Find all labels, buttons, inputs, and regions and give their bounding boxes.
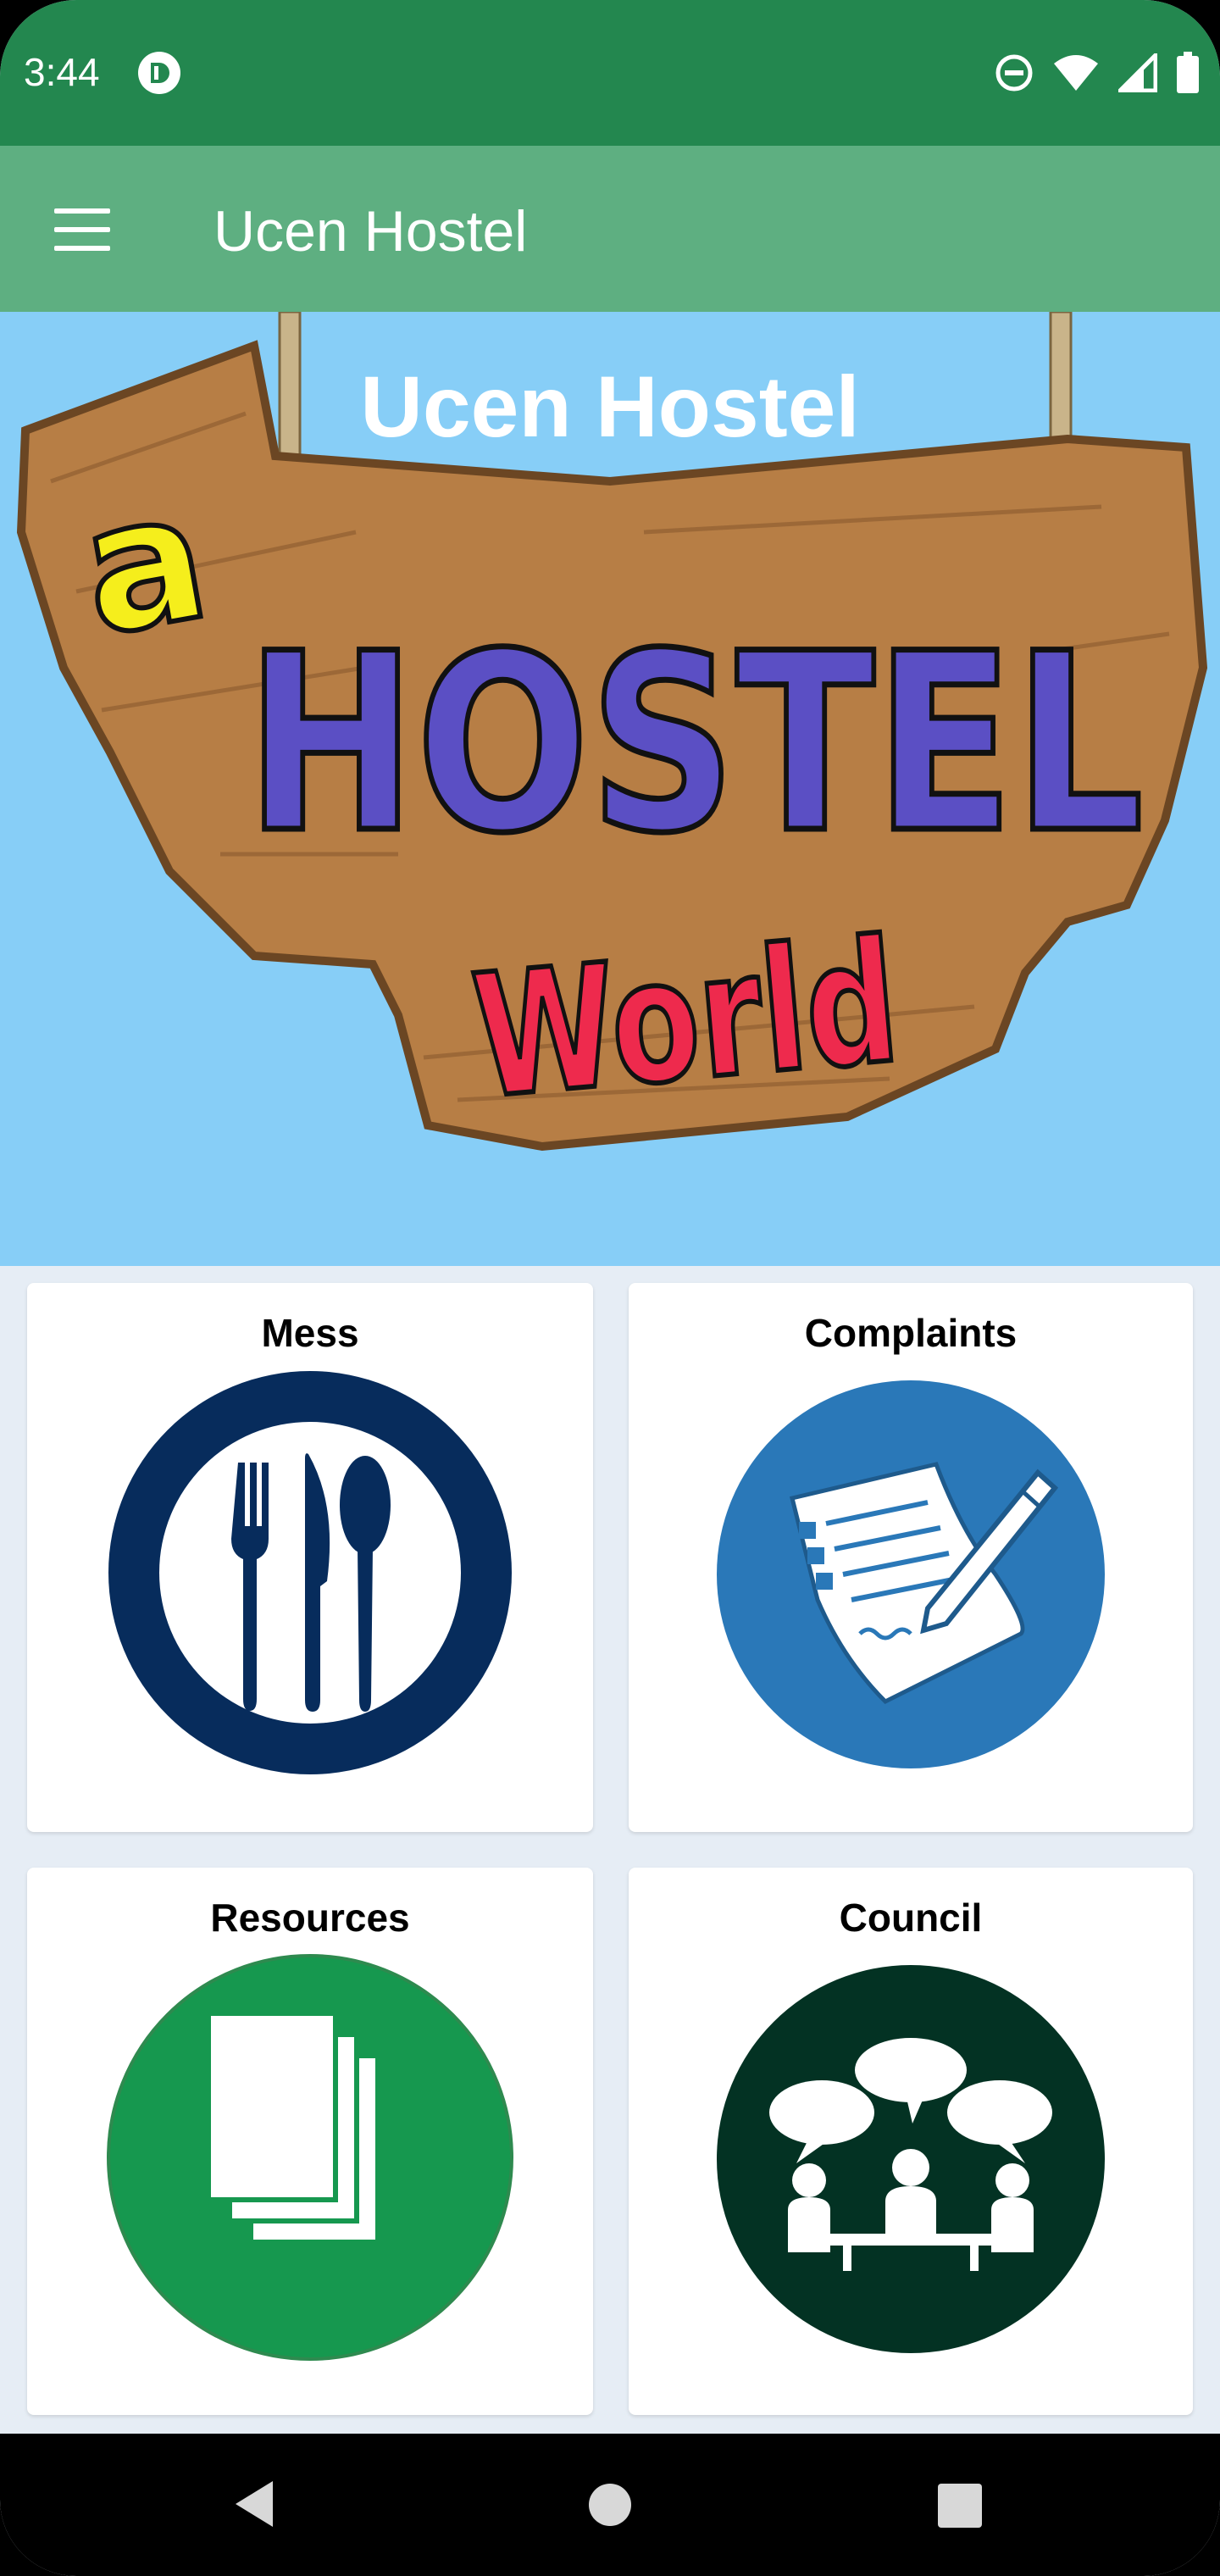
toolbar-title: Ucen Hostel (214, 199, 528, 264)
status-icons (995, 49, 1200, 97)
mess-label: Mess (261, 1311, 359, 1355)
complaints-label: Complaints (804, 1311, 1018, 1355)
resources-label: Resources (210, 1896, 410, 1940)
do-not-disturb-icon (995, 54, 1033, 92)
meeting-discussion-icon (717, 1965, 1105, 2353)
resources-card[interactable]: Resources (27, 1868, 593, 2415)
wifi-icon (1054, 55, 1098, 91)
hostel-banner: a HOSTEL World Ucen Hostel (0, 312, 1220, 1266)
app-toolbar (0, 146, 1220, 312)
app-screen: 3:44 Ucen Hostel a HOSTEL World Ucen Hos… (0, 0, 1220, 2576)
stacked-documents-icon (107, 1954, 513, 2361)
banner-title: Ucen Hostel (360, 358, 860, 455)
sign-word-hostel: HOSTEL (246, 602, 1144, 887)
back-icon[interactable] (232, 2479, 276, 2529)
hamburger-menu-icon[interactable] (54, 208, 110, 253)
cellular-signal-icon (1118, 53, 1157, 92)
battery-icon (1177, 52, 1199, 93)
sign-word-world: World (466, 903, 905, 1137)
status-bar: 3:44 (0, 0, 1220, 146)
complaint-document-pen-icon (717, 1380, 1105, 1768)
complaints-card[interactable]: Complaints (629, 1283, 1193, 1832)
home-icon[interactable] (588, 2483, 632, 2527)
council-card[interactable]: Council (629, 1868, 1193, 2415)
council-label: Council (839, 1896, 983, 1940)
app-notification-icon (138, 52, 180, 94)
mess-card[interactable]: Mess (27, 1283, 593, 1832)
status-time: 3:44 (24, 50, 100, 94)
cutlery-plate-icon (108, 1371, 512, 1774)
recents-icon[interactable] (937, 2483, 983, 2529)
system-navigation-bar (0, 2434, 1220, 2576)
